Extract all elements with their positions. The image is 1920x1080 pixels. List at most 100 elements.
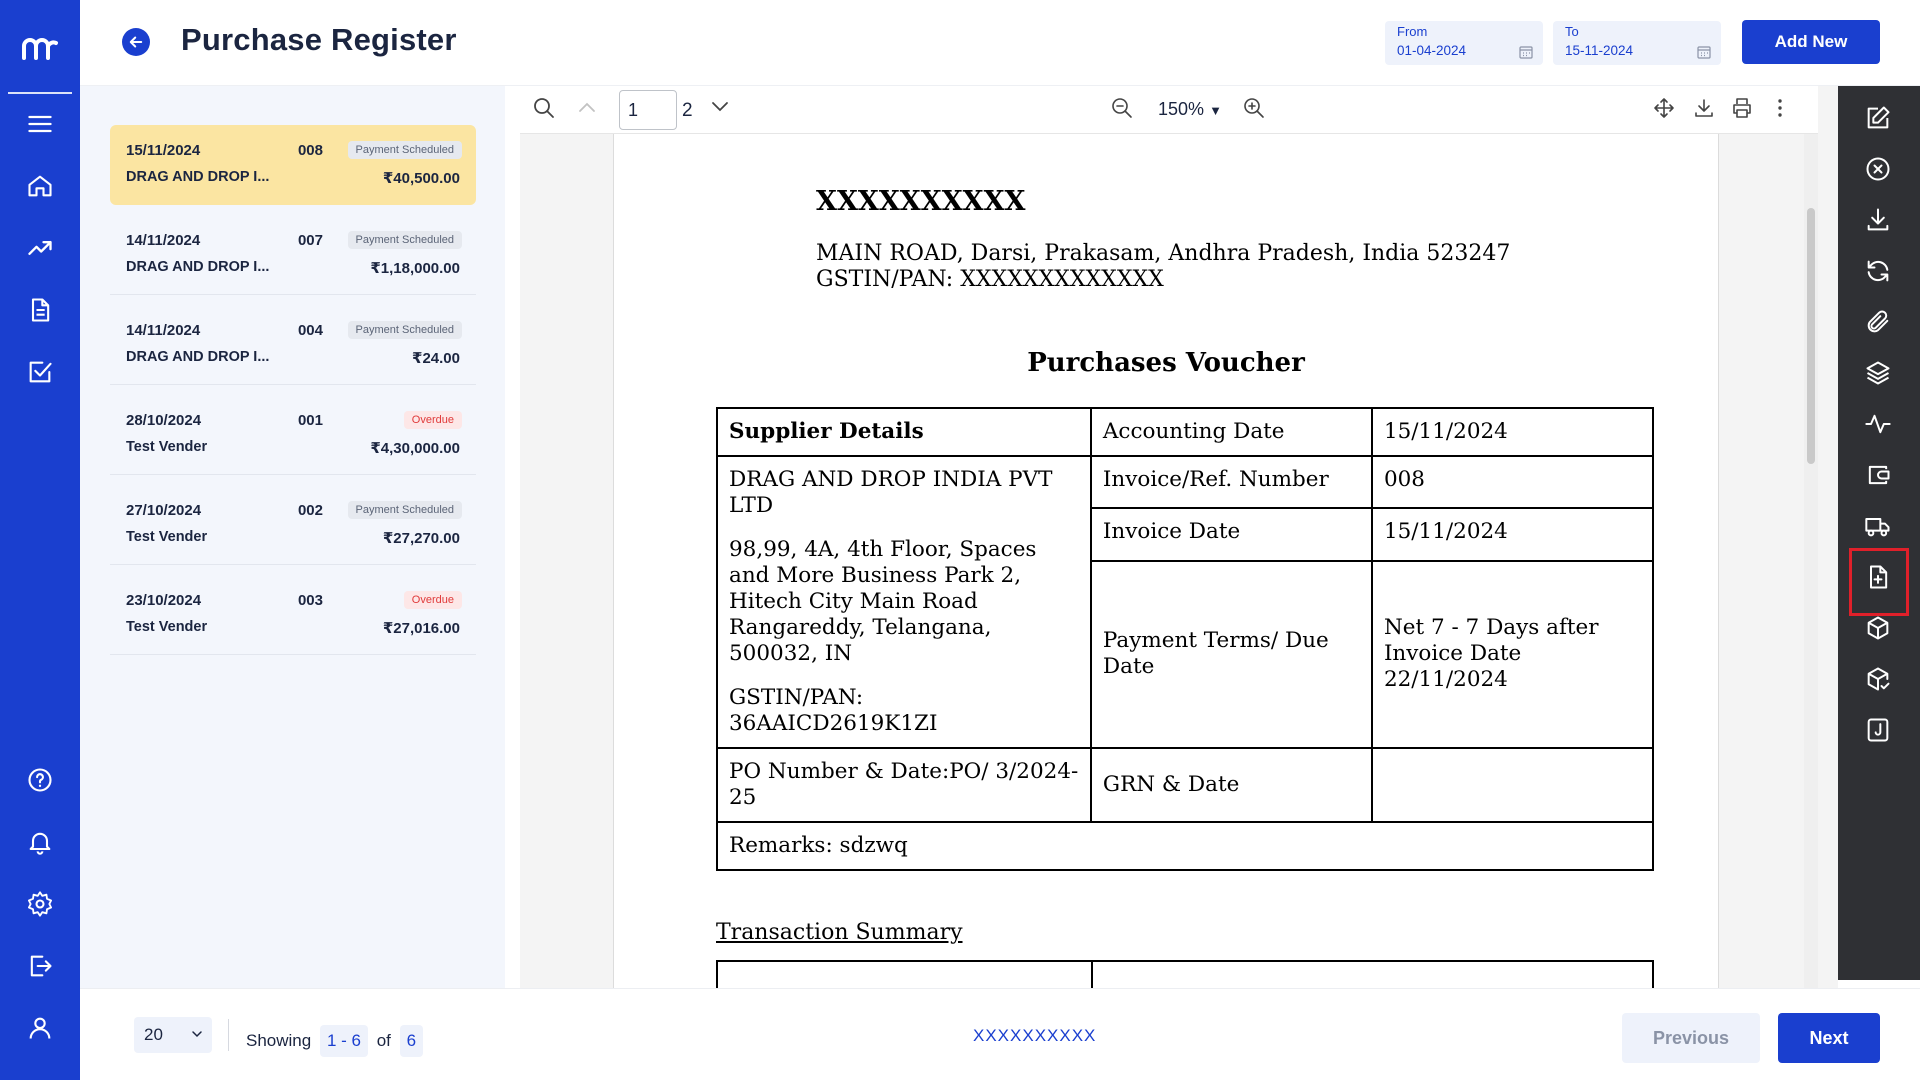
summary-table-edge (716, 960, 1654, 988)
next-button[interactable]: Next (1778, 1013, 1880, 1063)
item-amount: ₹1,18,000.00 (370, 260, 460, 277)
list-item[interactable]: 28/10/2024 001 Overdue Test Vender ₹4,30… (110, 395, 476, 475)
transaction-summary-title: Transaction Summary (716, 920, 963, 945)
divider (228, 1019, 229, 1051)
calendar-icon[interactable] (1697, 45, 1711, 59)
to-date-label: To (1565, 24, 1579, 39)
po-number: PO Number & Date:PO/ 3/2024-25 (716, 747, 1092, 823)
attachment-icon[interactable] (1860, 304, 1896, 340)
list-item[interactable]: 14/11/2024 004 Payment Scheduled DRAG AN… (110, 305, 476, 385)
status-badge: Payment Scheduled (347, 231, 462, 249)
item-vendor: DRAG AND DROP I... (126, 259, 270, 275)
move-icon[interactable] (1652, 96, 1676, 120)
status-badge: Payment Scheduled (347, 141, 462, 159)
refresh-icon[interactable] (1860, 253, 1896, 289)
invoice-date-label: Invoice Date (1089, 507, 1373, 562)
home-icon[interactable] (24, 170, 56, 202)
add-new-button[interactable]: Add New (1742, 20, 1880, 64)
checkbox-icon[interactable] (24, 356, 56, 388)
menu-icon[interactable] (24, 108, 56, 140)
item-amount: ₹40,500.00 (382, 170, 460, 187)
item-date: 23/10/2024 (126, 592, 202, 609)
wallet-icon[interactable] (1860, 457, 1896, 493)
item-date: 14/11/2024 (126, 232, 201, 249)
chevron-up-icon[interactable] (575, 96, 599, 120)
grn-value (1370, 747, 1655, 823)
logout-icon[interactable] (24, 950, 56, 982)
bell-icon[interactable] (24, 826, 56, 858)
journal-icon[interactable] (1860, 712, 1896, 748)
trending-icon[interactable] (24, 232, 56, 264)
list-item[interactable]: 23/10/2024 003 Overdue Test Vender ₹27,0… (110, 575, 476, 655)
viewer-scrollbar[interactable] (1804, 134, 1818, 988)
highlight-box (1849, 548, 1909, 616)
grn-label: GRN & Date (1089, 747, 1373, 823)
scroll-thumb[interactable] (1807, 208, 1815, 464)
list-item[interactable]: 14/11/2024 007 Payment Scheduled DRAG AN… (110, 215, 476, 295)
footer-company-name: XXXXXXXXXX (973, 1026, 1097, 1045)
item-date: 15/11/2024 (126, 142, 201, 159)
calendar-icon[interactable] (1519, 45, 1533, 59)
print-icon[interactable] (1730, 96, 1754, 120)
from-date-field[interactable]: From 01-04-2024 (1385, 21, 1543, 65)
company-address: MAIN ROAD, Darsi, Prakasam, Andhra Prade… (816, 241, 1510, 293)
user-icon[interactable] (24, 1012, 56, 1044)
more-vertical-icon[interactable] (1768, 96, 1792, 120)
item-date: 28/10/2024 (126, 412, 202, 429)
summary-table-divider (1091, 960, 1093, 988)
zoom-in-icon[interactable] (1242, 96, 1266, 120)
supplier-gstin-label: GSTIN/PAN: (729, 685, 864, 710)
range-value: 1 - 6 (319, 1025, 368, 1057)
to-date-field[interactable]: To 15-11-2024 (1553, 21, 1721, 65)
zoom-select[interactable]: 150% ▼ (1158, 99, 1222, 120)
settings-icon[interactable] (24, 888, 56, 920)
invoice-date: 15/11/2024 (1370, 507, 1655, 562)
per-page-select[interactable]: 20 (134, 1017, 212, 1053)
left-nav (0, 0, 80, 1080)
help-icon[interactable] (24, 764, 56, 796)
search-icon[interactable] (532, 96, 556, 120)
page-number-input[interactable]: 1 (619, 90, 677, 130)
accounting-date-label: Accounting Date (1089, 407, 1373, 457)
of-label: of (376, 1031, 391, 1050)
page-title: Purchase Register (181, 22, 457, 57)
item-amount: ₹24.00 (412, 350, 460, 367)
chevron-down-icon[interactable] (708, 94, 732, 118)
box-check-icon[interactable] (1860, 661, 1896, 697)
supplier-name: DRAG AND DROP INDIA PVT LTD (729, 467, 1053, 518)
logo-icon[interactable] (20, 34, 60, 62)
payment-terms-text: Net 7 - 7 Days after Invoice Date (1383, 615, 1599, 667)
zoom-value: 150% (1158, 99, 1205, 119)
download-icon[interactable] (1692, 96, 1716, 120)
viewer-toolbar: 1 2 150% ▼ (520, 86, 1818, 134)
invoice-ref: 008 (1370, 454, 1655, 510)
download-icon[interactable] (1860, 202, 1896, 238)
showing-label: Showing (246, 1031, 312, 1050)
pdf-viewer: 1 2 150% ▼ XXXXXXXXXX MAIN ROAD, Darsi, … (520, 86, 1838, 988)
payment-terms: Net 7 - 7 Days after Invoice Date 22/11/… (1370, 559, 1655, 750)
item-vendor: Test Vender (126, 529, 208, 545)
cancel-icon[interactable] (1860, 151, 1896, 187)
document-icon[interactable] (24, 294, 56, 326)
list-item[interactable]: 15/11/2024 008 Payment Scheduled DRAG AN… (110, 125, 476, 205)
pdf-page: XXXXXXXXXX MAIN ROAD, Darsi, Prakasam, A… (613, 134, 1719, 988)
supplier-info: DRAG AND DROP INDIA PVT LTD 98,99, 4A, 4… (716, 455, 1092, 749)
edit-icon[interactable] (1860, 100, 1896, 136)
action-toolbar (1838, 86, 1920, 980)
previous-button[interactable]: Previous (1622, 1013, 1760, 1063)
zoom-out-icon[interactable] (1110, 96, 1134, 120)
status-badge: Payment Scheduled (347, 501, 462, 519)
accounting-date: 15/11/2024 (1370, 407, 1655, 457)
item-date: 14/11/2024 (126, 322, 201, 339)
layers-icon[interactable] (1860, 355, 1896, 391)
status-badge: Overdue (403, 591, 462, 609)
list-item[interactable]: 27/10/2024 002 Payment Scheduled Test Ve… (110, 485, 476, 565)
back-button[interactable] (122, 28, 150, 56)
activity-icon[interactable] (1860, 406, 1896, 442)
truck-icon[interactable] (1860, 508, 1896, 544)
voucher-title: Purchases Voucher (1027, 348, 1305, 378)
to-date-value: 15-11-2024 (1565, 43, 1634, 58)
nav-divider (8, 92, 72, 94)
item-number: 001 (297, 412, 323, 429)
supplier-gstin: 36AAICD2619K1ZI (729, 711, 938, 736)
